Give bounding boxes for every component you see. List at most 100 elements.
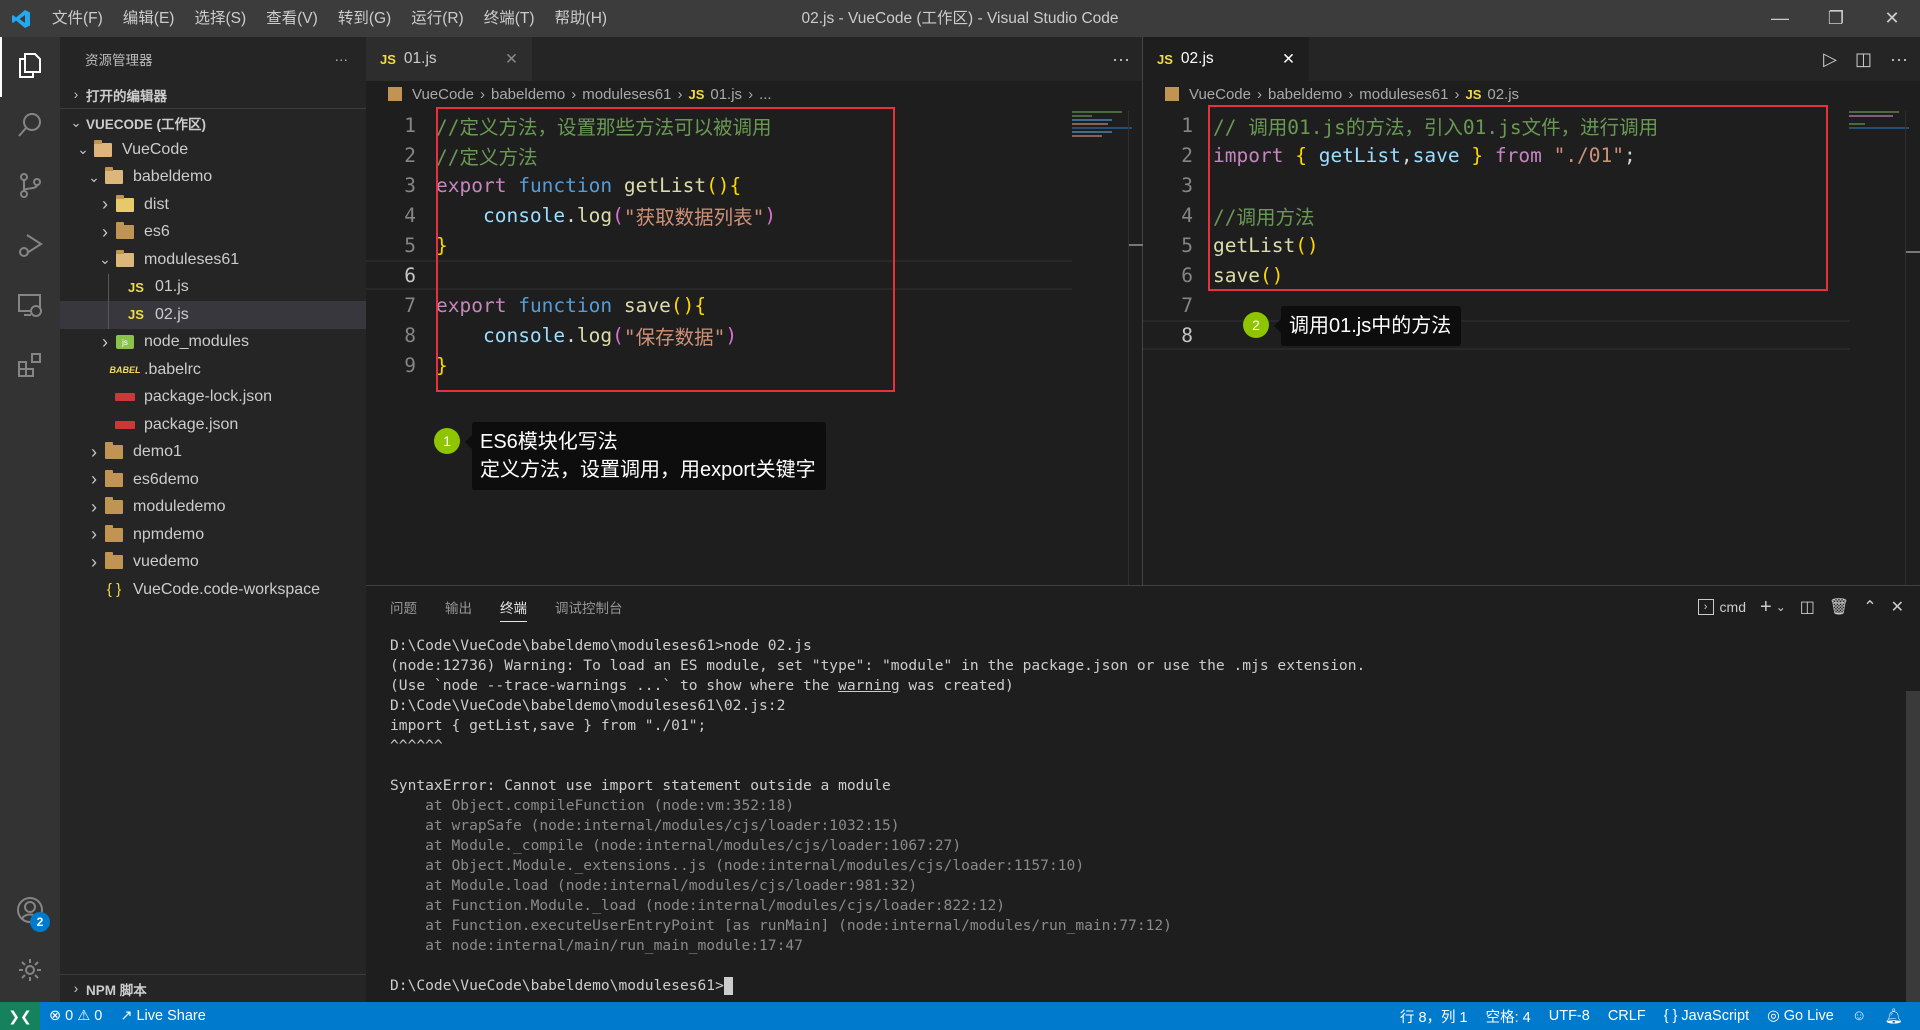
breadcrumb-item[interactable]: moduleses61 [582, 86, 671, 103]
cursor-position[interactable]: 行 8，列 1 [1391, 1006, 1477, 1027]
workspace-section[interactable]: ⌄ VUECODE (工作区) [60, 109, 366, 136]
tab-01-js[interactable]: JS 01.js ✕ [366, 37, 532, 81]
chevron-down-icon[interactable]: ⌄ [1776, 600, 1786, 614]
search-activity[interactable] [0, 97, 60, 157]
menu-go[interactable]: 转到(G) [328, 0, 401, 37]
chevron-down-icon: ⌄ [70, 114, 82, 130]
restore-button[interactable]: ❐ [1808, 0, 1864, 37]
tree-item[interactable]: › es6demo [60, 466, 366, 494]
close-tab-icon[interactable]: ✕ [505, 50, 518, 69]
breadcrumb-item[interactable]: VueCode [412, 86, 474, 103]
editor-more-button[interactable]: ··· [1112, 49, 1130, 70]
split-terminal-icon[interactable]: ◫ [1800, 597, 1815, 617]
tree-item-label: 01.js [155, 278, 189, 296]
tree-item[interactable]: { } VueCode.code-workspace [60, 576, 366, 604]
terminal-scrollbar[interactable] [1906, 691, 1920, 1003]
vscode-logo-icon [0, 9, 42, 29]
code-editor-left[interactable]: 1 //定义方法，设置那些方法可以被调用 2 //定义方法 3 export functi… [366, 107, 1142, 380]
tab-debug-console[interactable]: 调试控制台 [555, 597, 623, 617]
live-share-button[interactable]: ↗ Live Share [111, 1008, 214, 1024]
trash-icon[interactable]: 🗑︎ [1829, 597, 1849, 617]
tab-02-js[interactable]: JS 02.js ✕ [1143, 37, 1309, 81]
feedback-button[interactable]: ☺ [1843, 1008, 1876, 1024]
problems-indicator[interactable]: ⊗ 0 ⚠︎ 0 [40, 1008, 111, 1024]
open-editors-section[interactable]: › 打开的编辑器 [60, 81, 366, 108]
menu-terminal[interactable]: 终端(T) [474, 0, 545, 37]
minimize-button[interactable]: — [1752, 0, 1808, 37]
code-token: save [623, 293, 671, 317]
terminal-output[interactable]: D:\Code\VueCode\babeldemo\moduleses61>no… [390, 636, 1365, 996]
explorer-more-button[interactable]: ··· [335, 52, 349, 67]
line-ending[interactable]: CRLF [1599, 1008, 1655, 1024]
explorer-activity[interactable] [0, 37, 60, 97]
tree-item[interactable]: package.json [60, 411, 366, 439]
minimap-left[interactable] [1072, 111, 1132, 139]
close-panel-icon[interactable]: ✕ [1891, 597, 1904, 617]
remote-indicator[interactable]: ❯❮ [0, 1002, 40, 1030]
editor-more-button[interactable]: ··· [1890, 49, 1908, 70]
notifications-button[interactable]: 🔔︎ [1876, 1008, 1912, 1025]
run-debug-activity[interactable] [0, 217, 60, 277]
encoding[interactable]: UTF-8 [1540, 1008, 1599, 1024]
menu-help[interactable]: 帮助(H) [545, 0, 618, 37]
scrollbar-left[interactable] [1128, 111, 1143, 585]
chevron-right-icon: › [91, 469, 97, 490]
scrollbar-right[interactable] [1905, 111, 1920, 585]
folder-icon [103, 552, 125, 571]
breadcrumb-item[interactable]: babeldemo [1268, 86, 1342, 103]
close-tab-icon[interactable]: ✕ [1282, 50, 1295, 69]
tree-item[interactable]: › js node_modules [60, 329, 366, 357]
tree-item[interactable]: JS 01.js [60, 274, 366, 302]
breadcrumb-item[interactable]: 02.js [1487, 86, 1519, 103]
extensions-activity[interactable] [0, 337, 60, 397]
tab-problems[interactable]: 问题 [390, 597, 417, 617]
tree-item[interactable]: › npmdemo [60, 521, 366, 549]
tree-item[interactable]: › demo1 [60, 439, 366, 467]
tree-item[interactable]: JS 02.js [60, 301, 366, 329]
tree-item[interactable]: › vuedemo [60, 549, 366, 577]
close-window-button[interactable]: ✕ [1864, 0, 1920, 37]
breadcrumb-item[interactable]: ... [759, 86, 772, 103]
breadcrumb-item[interactable]: moduleses61 [1359, 86, 1448, 103]
annotation-1: 1 ES6模块化写法 定义方法，设置调用，用export关键字 [434, 422, 826, 490]
menu-file[interactable]: 文件(F) [42, 0, 113, 37]
new-terminal-icon[interactable]: + [1760, 596, 1772, 619]
split-editor-icon[interactable]: ◫ [1855, 49, 1872, 70]
menu-edit[interactable]: 编辑(E) [113, 0, 185, 37]
tab-output[interactable]: 输出 [445, 597, 472, 617]
tree-item[interactable]: package-lock.json [60, 384, 366, 412]
menu-view[interactable]: 查看(V) [256, 0, 328, 37]
breadcrumb-item[interactable]: 01.js [710, 86, 742, 103]
menu-selection[interactable]: 选择(S) [184, 0, 256, 37]
terminal-selector[interactable]: › cmd [1697, 599, 1746, 615]
indentation[interactable]: 空格: 4 [1477, 1006, 1540, 1027]
terminal-prompt-line[interactable]: D:\Code\VueCode\babeldemo\moduleses61> [390, 976, 1365, 996]
annotation-line: ES6模块化写法 [480, 431, 618, 453]
language-mode[interactable]: { } JavaScript [1655, 1008, 1758, 1024]
run-file-icon[interactable]: ▷ [1823, 49, 1837, 70]
menu-run[interactable]: 运行(R) [401, 0, 474, 37]
npm-scripts-section[interactable]: › NPM 脚本 [60, 974, 366, 1002]
manage-activity[interactable] [0, 942, 60, 1002]
tree-item[interactable]: ⌄ moduleses61 [60, 246, 366, 274]
maximize-panel-icon[interactable]: ⌃ [1863, 597, 1876, 617]
code-token: ( [612, 203, 624, 227]
language-label: JavaScript [1681, 1008, 1750, 1024]
accounts-activity[interactable]: 2 [0, 882, 60, 942]
breadcrumb-item[interactable]: VueCode [1189, 86, 1251, 103]
tree-item[interactable]: › dist [60, 191, 366, 219]
tree-item[interactable]: ⌄ VueCode [60, 136, 366, 164]
line-number: 7 [404, 293, 416, 317]
tree-item[interactable]: BABEL .babelrc [60, 356, 366, 384]
minimap-right[interactable] [1849, 111, 1909, 131]
tab-terminal[interactable]: 终端 [500, 597, 527, 622]
tree-item[interactable]: › es6 [60, 219, 366, 247]
breadcrumb-item[interactable]: babeldemo [491, 86, 565, 103]
tree-item[interactable]: › moduledemo [60, 494, 366, 522]
go-live-button[interactable]: ◎ Go Live [1758, 1008, 1843, 1024]
source-control-activity[interactable] [0, 157, 60, 217]
remote-explorer-activity[interactable] [0, 277, 60, 337]
tree-item[interactable]: ⌄ babeldemo [60, 164, 366, 192]
tree-item-label: node_modules [144, 333, 249, 351]
